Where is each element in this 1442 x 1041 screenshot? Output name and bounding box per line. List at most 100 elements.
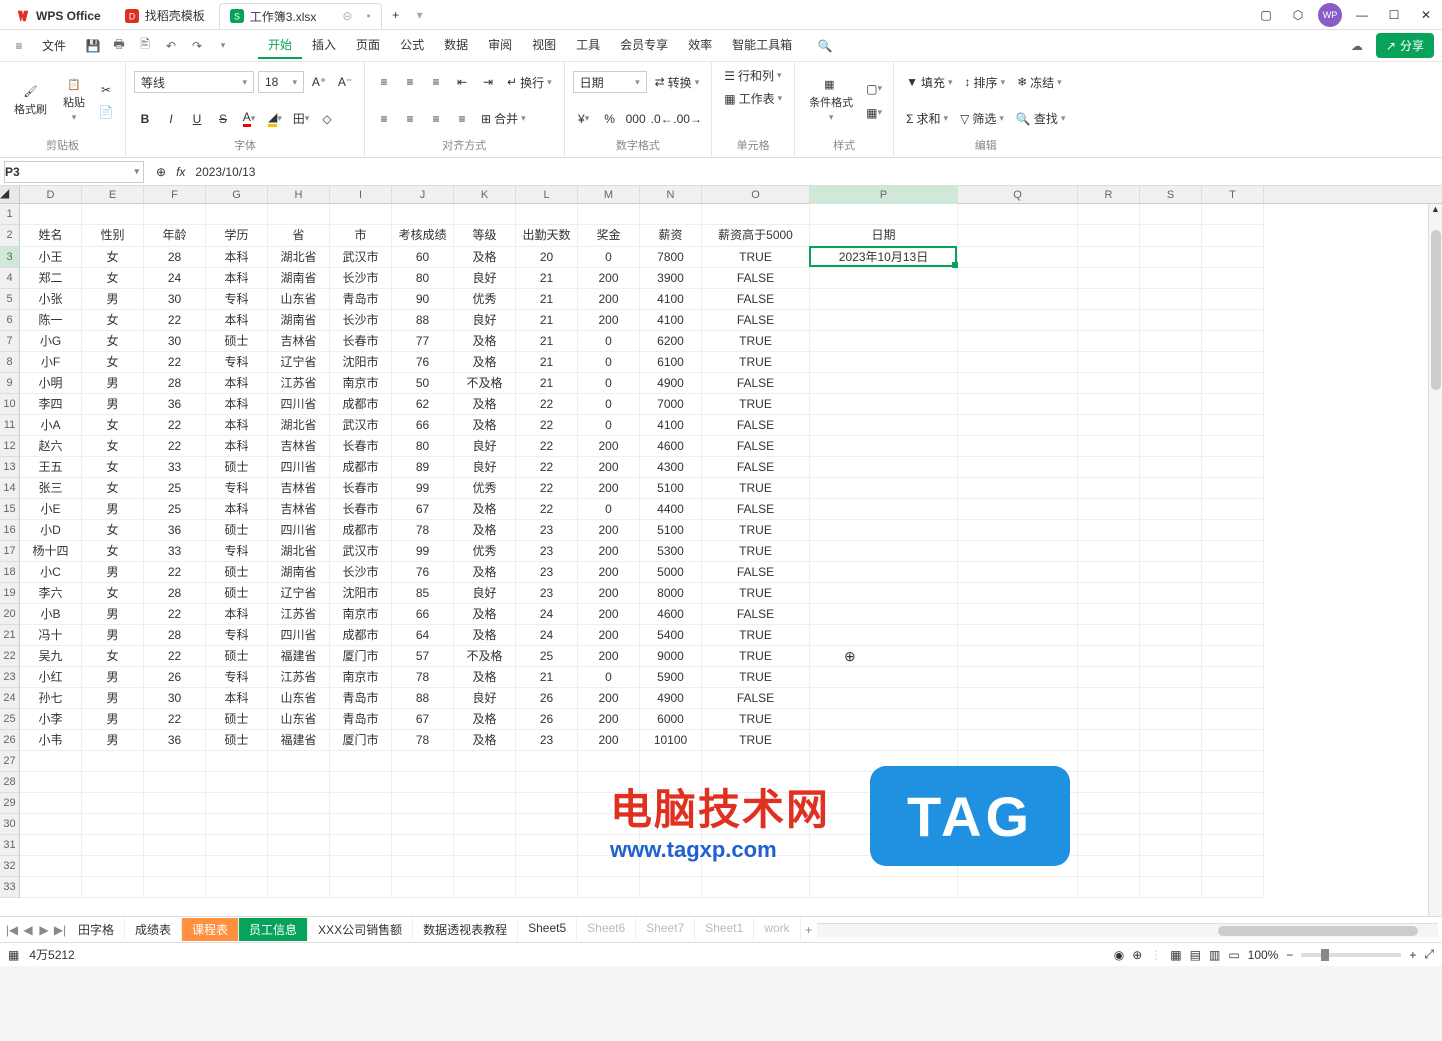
cell[interactable]: 女 [82, 247, 144, 268]
fullscreen-icon[interactable]: ⤢ [1424, 947, 1434, 962]
col-header-M[interactable]: M [578, 186, 640, 204]
cell[interactable] [1078, 751, 1140, 772]
increase-decimal-icon[interactable]: .00→ [677, 109, 699, 129]
cell[interactable]: 专科 [206, 289, 268, 310]
cell[interactable]: 武汉市 [330, 415, 392, 436]
cell[interactable] [958, 331, 1078, 352]
bold-button[interactable]: B [134, 109, 156, 129]
layout-icon[interactable]: ▦ [8, 948, 19, 962]
cell[interactable]: 优秀 [454, 478, 516, 499]
cell[interactable]: FALSE [702, 457, 810, 478]
cell[interactable] [810, 457, 958, 478]
cell[interactable]: 省 [268, 225, 330, 247]
cell[interactable] [1078, 331, 1140, 352]
table-style-icon[interactable]: ▦▾ [863, 103, 885, 123]
zoom-in-button[interactable]: + [1409, 948, 1416, 962]
cell[interactable]: 郑二 [20, 268, 82, 289]
cell[interactable]: 李四 [20, 394, 82, 415]
cell[interactable]: 21 [516, 352, 578, 373]
cell[interactable]: 长沙市 [330, 310, 392, 331]
cell[interactable] [702, 751, 810, 772]
cell[interactable] [516, 772, 578, 793]
cell[interactable]: 24 [144, 268, 206, 289]
cell[interactable] [392, 772, 454, 793]
cell[interactable] [1078, 625, 1140, 646]
cell[interactable] [958, 709, 1078, 730]
sheet-tab[interactable]: Sheet1 [695, 918, 754, 941]
cell[interactable] [1078, 289, 1140, 310]
cell[interactable]: 吉林省 [268, 499, 330, 520]
cell[interactable] [1202, 436, 1264, 457]
cell[interactable]: 男 [82, 709, 144, 730]
col-header-F[interactable]: F [144, 186, 206, 204]
cell[interactable] [1078, 814, 1140, 835]
cell[interactable] [1140, 604, 1202, 625]
cell[interactable]: 四川省 [268, 520, 330, 541]
cell[interactable]: 女 [82, 331, 144, 352]
cell[interactable]: 女 [82, 646, 144, 667]
cell[interactable] [1140, 352, 1202, 373]
col-header-I[interactable]: I [330, 186, 392, 204]
cell[interactable]: 及格 [454, 667, 516, 688]
cell[interactable] [516, 793, 578, 814]
cell[interactable]: 女 [82, 478, 144, 499]
cell[interactable]: 22 [516, 478, 578, 499]
cell[interactable]: 及格 [454, 604, 516, 625]
cell[interactable]: 长春市 [330, 331, 392, 352]
row-header[interactable]: 31 [0, 835, 20, 856]
row-header[interactable]: 24 [0, 688, 20, 709]
cell[interactable]: 吉林省 [268, 478, 330, 499]
cell[interactable] [958, 436, 1078, 457]
cell[interactable]: 本科 [206, 373, 268, 394]
cell[interactable] [454, 204, 516, 225]
cell[interactable] [82, 793, 144, 814]
cell[interactable]: 及格 [454, 394, 516, 415]
cell[interactable] [1078, 310, 1140, 331]
avatar[interactable]: WP [1318, 3, 1342, 27]
menu-工具[interactable]: 工具 [566, 32, 610, 59]
cell[interactable]: 良好 [454, 268, 516, 289]
cell[interactable]: 男 [82, 499, 144, 520]
cell[interactable] [1140, 835, 1202, 856]
cell[interactable]: 4100 [640, 289, 702, 310]
cell[interactable]: 22 [144, 562, 206, 583]
cell[interactable] [1140, 730, 1202, 751]
cell[interactable]: 67 [392, 499, 454, 520]
cell[interactable] [1140, 225, 1202, 247]
cell[interactable] [1202, 751, 1264, 772]
cell[interactable]: 28 [144, 373, 206, 394]
view-page-icon[interactable]: ▤ [1190, 948, 1201, 962]
cell[interactable]: 24 [516, 604, 578, 625]
cell[interactable]: 女 [82, 541, 144, 562]
panel-icon[interactable]: ▢ [1254, 3, 1278, 27]
cell[interactable]: FALSE [702, 310, 810, 331]
align-middle-icon[interactable]: ≡ [399, 72, 421, 92]
cell[interactable] [1202, 247, 1264, 268]
tab-last-icon[interactable]: ▶| [52, 922, 68, 938]
cell[interactable]: FALSE [702, 436, 810, 457]
cell[interactable] [1202, 204, 1264, 225]
cell[interactable] [1202, 331, 1264, 352]
cell[interactable]: 男 [82, 730, 144, 751]
cell[interactable]: 山东省 [268, 289, 330, 310]
cell[interactable] [392, 204, 454, 225]
cell[interactable]: TRUE [702, 247, 810, 268]
cloud-status-icon[interactable]: ⊕ [1132, 948, 1142, 962]
cell[interactable]: 赵六 [20, 436, 82, 457]
cell[interactable]: 57 [392, 646, 454, 667]
cell[interactable]: 江苏省 [268, 373, 330, 394]
cell[interactable]: 成都市 [330, 520, 392, 541]
cell[interactable]: 23 [516, 583, 578, 604]
cell[interactable]: 出勤天数 [516, 225, 578, 247]
cell[interactable] [1140, 499, 1202, 520]
cell[interactable] [702, 856, 810, 877]
cell[interactable]: 本科 [206, 394, 268, 415]
cell[interactable]: TRUE [702, 625, 810, 646]
tab-next-icon[interactable]: ▶ [36, 922, 52, 938]
cell[interactable]: 200 [578, 289, 640, 310]
file-menu[interactable]: 文件 [32, 33, 76, 58]
cell[interactable]: 85 [392, 583, 454, 604]
cell[interactable]: 四川省 [268, 625, 330, 646]
cell[interactable] [454, 751, 516, 772]
cell[interactable]: 沈阳市 [330, 583, 392, 604]
